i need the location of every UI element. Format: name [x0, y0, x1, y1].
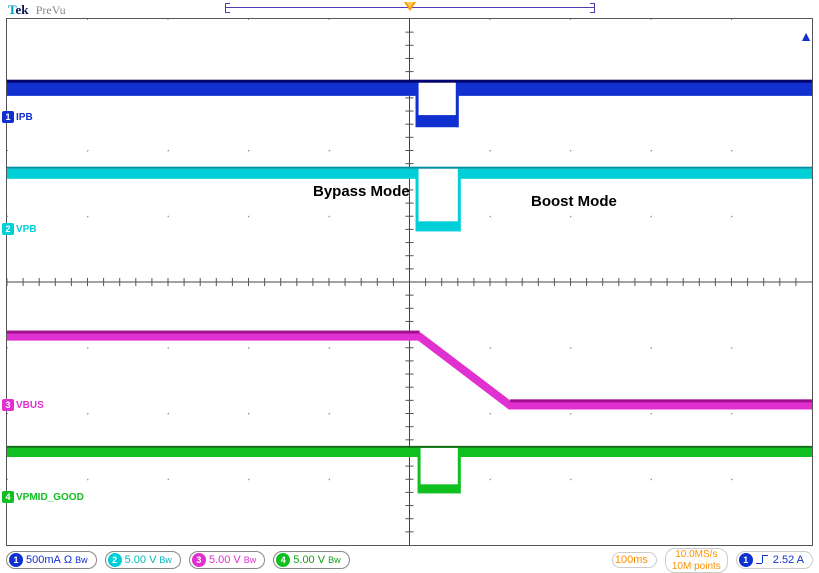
ch2-scale-chip[interactable]: 2 5.00 V Bw [105, 551, 181, 569]
record-overview [225, 3, 595, 11]
timebase-chip[interactable]: 100ms [612, 552, 657, 568]
acquisition-chip[interactable]: 10.0MS/s 10M points [665, 548, 728, 573]
ch1-scale-chip[interactable]: 1 500mA Ω Bw [6, 551, 97, 569]
ch2-ref-marker: 2VPB [2, 223, 37, 235]
rising-edge-icon [756, 553, 770, 567]
ch1-ref-marker: 1IPB [2, 111, 33, 123]
ch2-name: VPB [16, 224, 37, 235]
ch4-name: VPMID_GOOD [16, 492, 84, 503]
ch1-name: IPB [16, 112, 33, 123]
readout-bar: 1 500mA Ω Bw 2 5.00 V Bw 3 5.00 V Bw 4 5… [6, 550, 813, 570]
annotation-boost: Boost Mode [531, 193, 617, 210]
ch4-ref-marker: 4VPMID_GOOD [2, 491, 84, 503]
ch4-scale-chip[interactable]: 4 5.00 V Bw [273, 551, 349, 569]
acq-state-label: PreVu [36, 3, 66, 17]
trigger-chip[interactable]: 1 2.52 A [736, 551, 813, 569]
brand-logo: Tek PreVu [8, 2, 66, 18]
annotation-bypass: Bypass Mode [313, 183, 410, 200]
ch3-name: VBUS [16, 400, 44, 411]
ch3-ref-marker: 3VBUS [2, 399, 44, 411]
ch3-scale-chip[interactable]: 3 5.00 V Bw [189, 551, 265, 569]
trigger-position-marker [404, 2, 416, 11]
waveform-display[interactable]: 1IPB 2VPB 3VBUS 4VPMID_GOOD Bypass Mode … [6, 18, 813, 546]
